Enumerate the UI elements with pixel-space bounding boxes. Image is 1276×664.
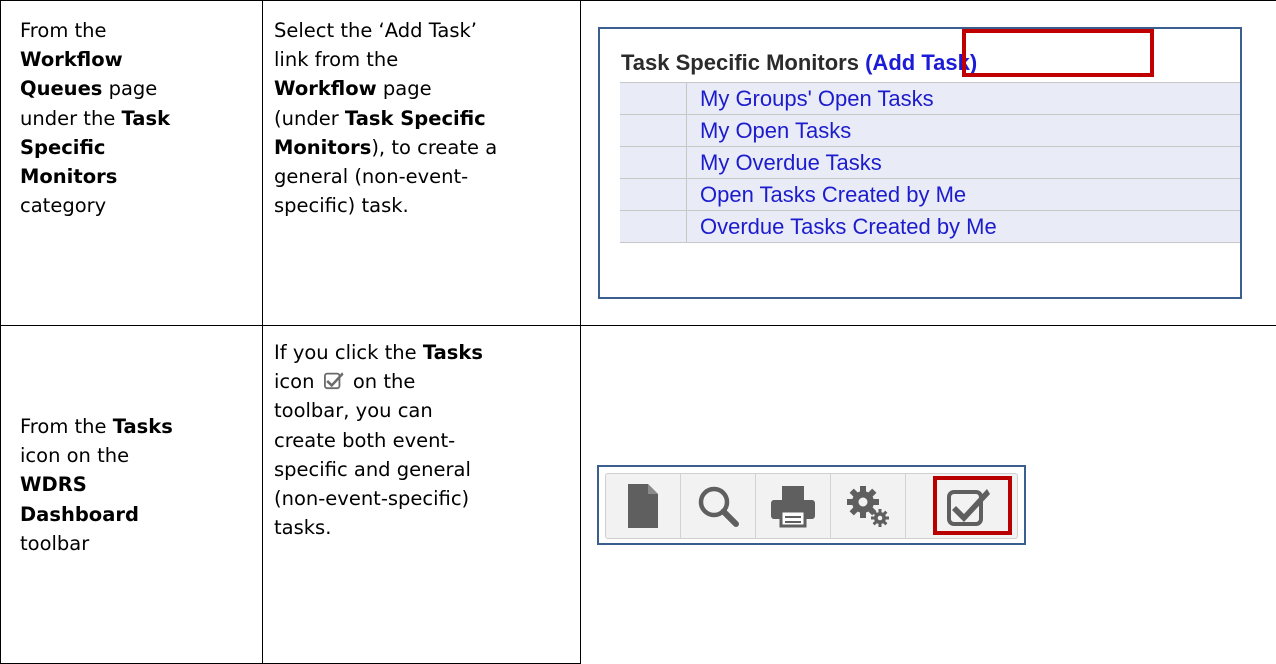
document-button[interactable]: [606, 474, 681, 538]
text-line: link from the: [274, 45, 497, 74]
text-run: page: [376, 77, 432, 101]
text-run: create both event-: [274, 428, 456, 452]
my-overdue-tasks-link[interactable]: My Overdue Tasks: [700, 147, 882, 178]
text-line: icon on the: [274, 367, 483, 396]
row-divider: [0, 325, 1276, 326]
bold-term: Task: [121, 106, 171, 130]
list-item: My Overdue Tasks: [620, 147, 1240, 179]
text-line: WDRS: [20, 470, 173, 499]
bold-term: Tasks: [112, 415, 173, 438]
my-open-tasks-link[interactable]: My Open Tasks: [700, 115, 851, 146]
text-line: From the: [20, 16, 170, 45]
text-run: (non-event-specific): [274, 487, 470, 511]
search-button[interactable]: [681, 474, 756, 538]
toolbar-screenshot: [597, 465, 1026, 545]
column-divider-2: [580, 0, 581, 664]
bold-term: Monitors: [20, 165, 118, 189]
text-line: tasks.: [274, 513, 483, 542]
text-line: icon on the: [20, 441, 173, 470]
text-run: From the: [20, 415, 113, 438]
list-item: My Groups' Open Tasks: [620, 82, 1240, 115]
search-icon: [698, 486, 739, 527]
gears-icon: [847, 486, 889, 527]
bold-term: Task Specific: [344, 106, 486, 130]
text-run: ), to create a: [371, 135, 498, 159]
table-left-border: [0, 0, 1, 664]
text-line: (under Task Specific: [274, 104, 497, 133]
text-run: page: [102, 77, 158, 101]
text-line: general (non-event-: [274, 162, 497, 191]
text-run: icon: [274, 370, 321, 394]
text-run: If you click the: [274, 341, 423, 364]
text-line: toolbar, you can: [274, 396, 483, 425]
row1-how-cell: Select the ‘Add Task’ link from the Workfl…: [274, 16, 497, 220]
add-task-highlight-box: [962, 29, 1154, 77]
text-line: create both event-: [274, 426, 483, 455]
text-line: Specific: [20, 133, 170, 162]
list-item: Open Tasks Created by Me: [620, 179, 1240, 211]
add-task-link[interactable]: (Add Task): [865, 50, 977, 75]
text-line: If you click the Tasks: [274, 338, 483, 367]
bold-term: Workflow: [20, 48, 123, 72]
tasks-checkbox-icon: [323, 369, 345, 390]
text-line: Workflow page: [274, 74, 497, 103]
text-run: general (non-event-: [274, 165, 469, 189]
text-run: toolbar, you can: [274, 399, 433, 423]
row2-where-cell: From the Tasks icon on the WDRS Dashboard to…: [20, 412, 173, 558]
table-top-border: [0, 0, 1276, 1]
text-run: on the: [346, 370, 416, 394]
list-item: My Open Tasks: [620, 115, 1240, 147]
text-line: under the Task: [20, 104, 170, 133]
row2-how-cell: If you click the Tasks icon on the toolbar…: [274, 338, 483, 542]
text-run: (under: [274, 106, 345, 130]
bold-term: Dashboard: [20, 502, 139, 526]
monitors-header-label: Task Specific Monitors: [621, 50, 859, 75]
workflow-monitors-screenshot: Task Specific Monitors (Add Task) My Gro…: [598, 27, 1242, 299]
settings-button[interactable]: [831, 474, 906, 538]
overdue-tasks-created-by-me-link[interactable]: Overdue Tasks Created by Me: [700, 211, 997, 242]
bold-term: Tasks: [422, 341, 483, 364]
text-run: From the: [20, 19, 107, 42]
print-button[interactable]: [756, 474, 831, 538]
text-run: Select the ‘Add Task’: [274, 19, 477, 42]
row1-where-cell: From the Workflow Queues page under the Tas…: [20, 16, 170, 220]
text-line: Workflow: [20, 45, 170, 74]
text-run: link from the: [274, 48, 399, 72]
printer-icon: [771, 486, 815, 528]
my-groups-open-tasks-link[interactable]: My Groups' Open Tasks: [700, 83, 934, 114]
text-run: specific and general: [274, 457, 471, 481]
tasks-highlight-box: [933, 476, 1012, 535]
text-run: toolbar: [20, 531, 90, 555]
bold-term: WDRS: [20, 473, 87, 497]
text-line: specific and general: [274, 455, 483, 484]
bold-term: Specific: [20, 135, 106, 159]
text-line: Monitors: [20, 162, 170, 191]
text-run: tasks.: [274, 516, 332, 540]
monitor-links-list: My Groups' Open Tasks My Open Tasks My O…: [620, 82, 1240, 243]
column-divider-1: [262, 0, 263, 664]
open-tasks-created-by-me-link[interactable]: Open Tasks Created by Me: [700, 179, 966, 210]
text-line: (non-event-specific): [274, 484, 483, 513]
text-line: toolbar: [20, 529, 173, 558]
text-run: icon on the: [20, 444, 130, 468]
text-line: category: [20, 191, 170, 220]
text-run: specific) task.: [274, 194, 409, 218]
text-line: Dashboard: [20, 500, 173, 529]
document-icon: [628, 484, 658, 528]
text-line: From the Tasks: [20, 412, 173, 441]
text-run: under the: [20, 106, 122, 130]
bold-term: Monitors: [274, 135, 372, 159]
text-run: category: [20, 194, 107, 218]
text-line: specific) task.: [274, 191, 497, 220]
bold-term: Queues: [20, 77, 103, 101]
text-line: Select the ‘Add Task’: [274, 16, 497, 45]
text-line: Monitors), to create a: [274, 133, 497, 162]
bold-term: Workflow: [274, 77, 377, 101]
text-line: Queues page: [20, 74, 170, 103]
list-item: Overdue Tasks Created by Me: [620, 211, 1240, 243]
